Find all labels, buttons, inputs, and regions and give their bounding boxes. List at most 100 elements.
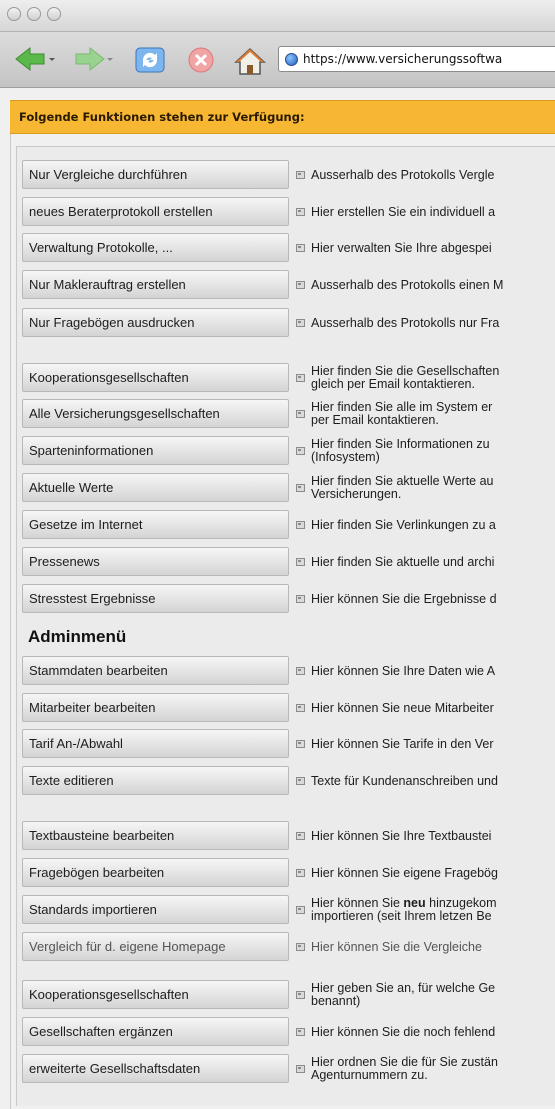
description-line: gleich per Email kontaktieren. [311,377,475,391]
description-text: Hier geben Sie an, für welche Ge benannt) [311,982,495,1008]
description-text: Hier können Sie die Ergebnisse d [311,591,497,606]
description-text: Hier finden Sie alle im System er per Ema… [311,401,492,427]
description-text: Hier finden Sie aktuelle und archi [311,554,495,569]
function-description: Hier können Sie die noch fehlend [296,1024,555,1040]
description-line: importieren (seit Ihrem letzen Be [311,909,492,923]
link-window-icon [296,1028,305,1036]
description-line: per Email kontaktieren. [311,413,439,427]
link-window-icon [296,171,305,179]
function-button[interactable]: Vergleich für d. eigene Homepage [22,932,289,961]
link-window-icon [296,244,305,252]
function-button[interactable]: Standards importieren [22,895,289,924]
function-button[interactable]: Verwaltung Protokolle, ... [22,233,289,262]
function-button[interactable]: Nur Fragebögen ausdrucken [22,308,289,337]
url-text: https://www.versicherungssoftwa [303,52,503,66]
function-button[interactable]: Kooperationsgesellschaften [22,363,289,392]
description-line: Hier finden Sie aktuelle und archi [311,554,495,569]
link-window-icon [296,777,305,785]
description-text: Hier können Sie neu hinzugekom importiere… [311,897,497,923]
zoom-window-icon[interactable] [47,7,61,21]
description-text: Hier verwalten Sie Ihre abgespei [311,241,492,255]
link-window-icon [296,208,305,216]
description-line: Hier können Sie Tarife in den Ver [311,736,494,751]
function-button[interactable]: Stresstest Ergebnisse [22,584,289,613]
page-left-border [10,108,11,1109]
function-description: Hier können Sie Ihre Daten wie A [296,663,555,679]
function-button[interactable]: Textbausteine bearbeiten [22,821,289,850]
function-description: Ausserhalb des Protokolls einen M [296,277,555,293]
description-text: Hier finden Sie Informationen zu (Infosys… [311,438,490,464]
description-text: Hier können Sie die noch fehlend [311,1024,496,1039]
function-button[interactable]: Gesellschaften ergänzen [22,1017,289,1046]
function-button[interactable]: Texte editieren [22,766,289,795]
function-button[interactable]: Kooperationsgesellschaften [22,980,289,1009]
function-button[interactable]: Aktuelle Werte [22,473,289,502]
function-button[interactable]: Mitarbeiter bearbeiten [22,693,289,722]
description-line: Hier können Sie Ihre Textbaustei [311,828,492,843]
link-window-icon [296,832,305,840]
description-text: Hier können Sie die Vergleiche [311,939,482,954]
banner-text: Folgende Funktionen stehen zur Verfügung… [19,110,305,124]
description-text: Hier können Sie Tarife in den Ver [311,736,494,751]
function-button[interactable]: Tarif An-/Abwahl [22,729,289,758]
function-button[interactable]: Alle Versicherungsgesellschaften [22,399,289,428]
function-button[interactable]: Fragebögen bearbeiten [22,858,289,887]
function-description: Ausserhalb des Protokolls Vergle [296,167,555,183]
description-line: Hier erstellen Sie ein individuell a [311,204,496,219]
link-window-icon [296,740,305,748]
function-button[interactable]: Sparteninformationen [22,436,289,465]
description-line: Hier finden Sie Verlinkungen zu a [311,517,496,532]
close-window-icon[interactable] [7,7,21,21]
description-text: Texte für Kundenanschreiben und [311,773,498,788]
description-line: benannt) [311,994,361,1008]
description-text: Hier erstellen Sie ein individuell a [311,204,496,219]
function-button[interactable]: Pressenews [22,547,289,576]
globe-icon [285,52,298,66]
minimize-window-icon[interactable] [27,7,41,21]
function-button[interactable]: neues Beraterprotokoll erstellen [22,197,289,226]
description-text: Hier finden Sie aktuelle Werte au Versich… [311,475,494,501]
stop-icon[interactable] [186,46,216,74]
function-description: Hier erstellen Sie ein individuell a [296,204,555,220]
description-text: Ausserhalb des Protokolls Vergle [311,167,495,182]
home-icon[interactable] [234,46,266,76]
function-button[interactable]: Gesetze im Internet [22,510,289,539]
reload-icon[interactable] [134,46,166,74]
link-window-icon [296,869,305,877]
link-window-icon [296,667,305,675]
description-line: Ausserhalb des Protokolls Vergle [311,167,495,182]
description-line: Texte für Kundenanschreiben und [311,773,498,788]
description-line: Hier können Sie die noch fehlend [311,1024,496,1039]
back-arrow-icon[interactable] [14,46,56,72]
function-button[interactable]: erweiterte Gesellschaftsdaten [22,1054,289,1083]
description-text: Ausserhalb des Protokolls einen M [311,278,503,292]
address-bar[interactable]: https://www.versicherungssoftwa [278,46,555,72]
function-description: Hier können Sie neu hinzugekom importiere… [296,896,555,924]
function-description: Hier finden Sie aktuelle und archi [296,554,555,570]
link-window-icon [296,991,305,999]
function-button[interactable]: Nur Maklerauftrag erstellen [22,270,289,299]
link-window-icon [296,943,305,951]
forward-arrow-icon[interactable] [72,46,114,72]
function-button[interactable]: Nur Vergleiche durchführen [22,160,289,189]
link-window-icon [296,484,305,492]
function-description: Hier finden Sie Informationen zu (Infosys… [296,437,555,465]
description-line: Versicherungen. [311,487,402,501]
function-description: Hier finden Sie die Gesellschaften gleich… [296,364,555,392]
function-description: Hier finden Sie aktuelle Werte au Versich… [296,474,555,502]
description-line: Agenturnummern zu. [311,1068,428,1082]
description-line: Hier können Sie die Ergebnisse d [311,591,497,606]
function-description: Ausserhalb des Protokolls nur Fra [296,315,555,331]
link-window-icon [296,558,305,566]
description-text: Hier ordnen Sie die für Sie zustän Agentu… [311,1056,498,1082]
link-window-icon [296,704,305,712]
link-window-icon [296,410,305,418]
description-line: Hier können Sie die Vergleiche [311,939,482,954]
function-description: Hier finden Sie Verlinkungen zu a [296,517,555,533]
link-window-icon [296,319,305,327]
description-text: Ausserhalb des Protokolls nur Fra [311,316,499,330]
function-button[interactable]: Stammdaten bearbeiten [22,656,289,685]
description-line: Hier können Sie neue Mitarbeiter [311,700,494,715]
function-description: Texte für Kundenanschreiben und [296,773,555,789]
description-text: Hier finden Sie Verlinkungen zu a [311,517,496,532]
